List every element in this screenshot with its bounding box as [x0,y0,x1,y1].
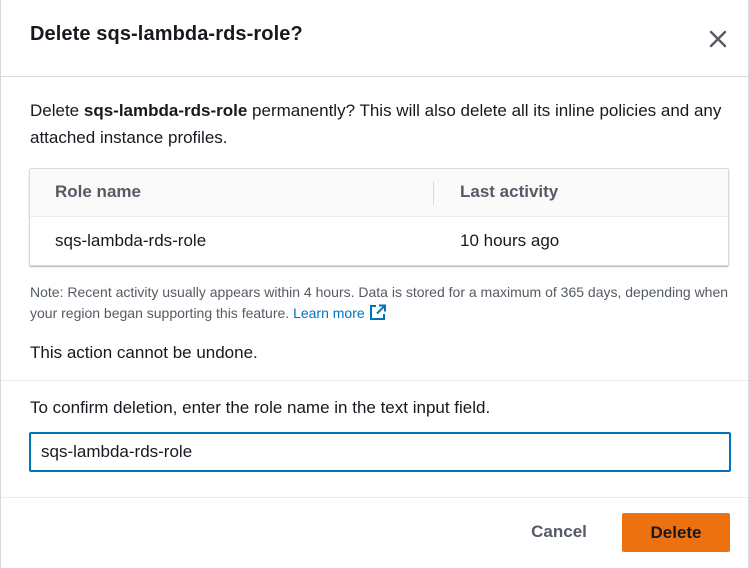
close-button[interactable] [705,26,731,52]
delete-role-dialog: Delete sqs-lambda-rds-role? Delete sqs-l… [0,0,749,568]
learn-more-label: Learn more [293,305,365,321]
description-prefix: Delete [30,101,84,120]
role-table: Role name Last activity sqs-lambda-rds-r… [29,168,729,266]
dialog-header: Delete sqs-lambda-rds-role? [1,0,748,77]
dialog-title: Delete sqs-lambda-rds-role? [30,23,303,45]
cell-last-activity: 10 hours ago [460,231,560,250]
undo-warning: This action cannot be undone. [30,343,258,362]
footer-divider [1,497,748,498]
confirm-label: To confirm deletion, enter the role name… [30,398,491,417]
close-icon [709,30,727,48]
column-header-role-name: Role name [55,182,141,201]
confirm-role-name-input[interactable] [29,432,731,472]
section-divider [1,380,748,381]
column-divider [433,181,434,205]
external-link-icon [369,304,386,320]
cancel-button[interactable]: Cancel [516,513,602,551]
dialog-description: Delete sqs-lambda-rds-role permanently? … [30,97,730,151]
learn-more-link[interactable]: Learn more [293,304,387,321]
table-header: Role name Last activity [30,169,728,217]
activity-note: Note: Recent activity usually appears wi… [30,282,730,324]
delete-button[interactable]: Delete [622,513,730,552]
description-role-name: sqs-lambda-rds-role [83,101,248,120]
column-header-last-activity: Last activity [460,182,559,201]
cell-role-name: sqs-lambda-rds-role [55,231,207,250]
